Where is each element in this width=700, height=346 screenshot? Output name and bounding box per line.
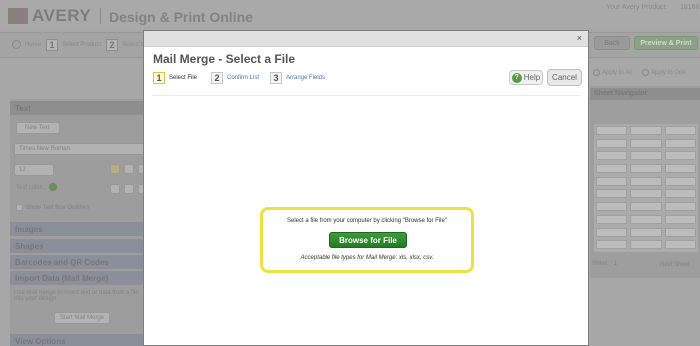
step-arrange-fields: 3 Arrange Fields — [270, 72, 325, 84]
text-color-swatch[interactable] — [48, 182, 58, 192]
images-section[interactable]: Images — [10, 222, 150, 236]
avery-logo-icon — [8, 8, 28, 24]
font-size-select[interactable]: 12 — [14, 164, 54, 176]
font-size: 12 — [19, 167, 26, 173]
breadcrumb-step-select-m[interactable]: 2 Select M — [106, 39, 145, 51]
radio-icon — [642, 69, 649, 76]
step-number: 2 — [211, 72, 223, 84]
product-number: 18160 — [680, 4, 700, 11]
step-confirm-list: 2 Confirm List — [211, 72, 259, 84]
breadcrumb-home[interactable]: Home — [12, 40, 41, 49]
close-icon[interactable]: × — [577, 33, 582, 43]
help-icon: ? — [511, 72, 522, 83]
start-mail-merge-button[interactable]: Start Mail Merge — [54, 312, 110, 324]
logo-text: AVERY — [32, 6, 92, 25]
text-section-header[interactable]: Text — [10, 101, 150, 115]
view-options-section[interactable]: View Options — [10, 334, 150, 346]
step-label: Select M — [122, 42, 146, 48]
browse-for-file-button[interactable]: Browse for File — [329, 232, 407, 248]
back-button[interactable]: Back — [594, 36, 630, 50]
outline-checkbox[interactable] — [16, 204, 23, 211]
step-number: 2 — [106, 39, 118, 51]
dialog-divider — [152, 95, 580, 96]
sheet-thumbnail-grid[interactable] — [594, 124, 698, 252]
file-select-box: Select a file from your computer by clic… — [260, 207, 474, 273]
align-left-icon[interactable] — [110, 164, 120, 174]
breadcrumb-step-select-product[interactable]: 1 Select Product — [46, 39, 101, 51]
next-sheet-link[interactable]: Next Sheet — [660, 262, 690, 268]
font-select[interactable]: Times New Roman — [14, 143, 146, 155]
barcodes-section[interactable]: Barcodes and QR Codes — [10, 255, 150, 269]
help-label: Help — [523, 73, 541, 82]
avery-logo: AVERY — [8, 6, 91, 26]
apply-one-label: Apply to One — [651, 69, 686, 76]
apply-to-one-radio[interactable]: Apply to One — [642, 69, 686, 76]
font-name: Times New Roman — [19, 146, 70, 152]
file-instruction: Select a file from your computer by clic… — [287, 218, 447, 224]
radio-icon — [593, 69, 600, 76]
import-data-section[interactable]: Import Data (Mail Merge) — [10, 271, 150, 285]
acceptable-file-types: Acceptable file types for Mail Merge: xl… — [300, 255, 434, 261]
align-center-icon[interactable] — [124, 164, 134, 174]
step-label: Confirm List — [227, 75, 260, 81]
start-mail-merge-label: Start Mail Merge — [60, 315, 105, 321]
shapes-section[interactable]: Shapes — [10, 239, 150, 253]
home-icon — [12, 40, 21, 49]
sheet-number: 1 — [614, 261, 618, 267]
step-number: 3 — [270, 72, 282, 84]
dialog-title: Mail Merge - Select a File — [153, 52, 296, 66]
app-header: AVERY Design & Print Online Your Avery P… — [0, 0, 700, 30]
step-label: Arrange Fields — [286, 75, 326, 81]
step-select-file: 1 Select File — [153, 72, 197, 84]
header-divider — [100, 8, 101, 24]
apply-to-all-radio[interactable]: Apply to All — [593, 69, 632, 76]
apply-all-label: Apply to All — [602, 69, 632, 76]
step-label: Select File — [169, 75, 198, 81]
cancel-button[interactable]: Cancel — [547, 69, 582, 86]
help-button[interactable]: ? Help — [509, 70, 543, 85]
outline-label: Show Text Box Outlines — [26, 205, 90, 211]
sheet-label: Sheet — [592, 261, 608, 267]
mail-merge-dialog: × Mail Merge - Select a File 1 Select Fi… — [143, 30, 589, 346]
new-text-label: New Text — [25, 125, 50, 131]
dialog-title-bar: × — [144, 31, 588, 47]
your-product-label: Your Avery Product: — [606, 4, 668, 11]
bold-icon[interactable] — [110, 184, 120, 194]
step-number: 1 — [153, 72, 165, 84]
sheet-navigator-header: Sheet Navigator — [590, 88, 700, 100]
new-text-button[interactable]: New Text — [16, 122, 60, 134]
mail-merge-description: Use mail merge to insert text or data fr… — [14, 290, 139, 302]
step-number: 1 — [46, 39, 58, 51]
text-color-label: Text color: — [16, 185, 44, 191]
preview-print-button[interactable]: Preview & Print — [634, 36, 698, 50]
home-label: Home — [25, 41, 42, 48]
step-label: Select Product — [62, 42, 102, 48]
italic-icon[interactable] — [124, 184, 134, 194]
app-subtitle: Design & Print Online — [109, 9, 253, 25]
